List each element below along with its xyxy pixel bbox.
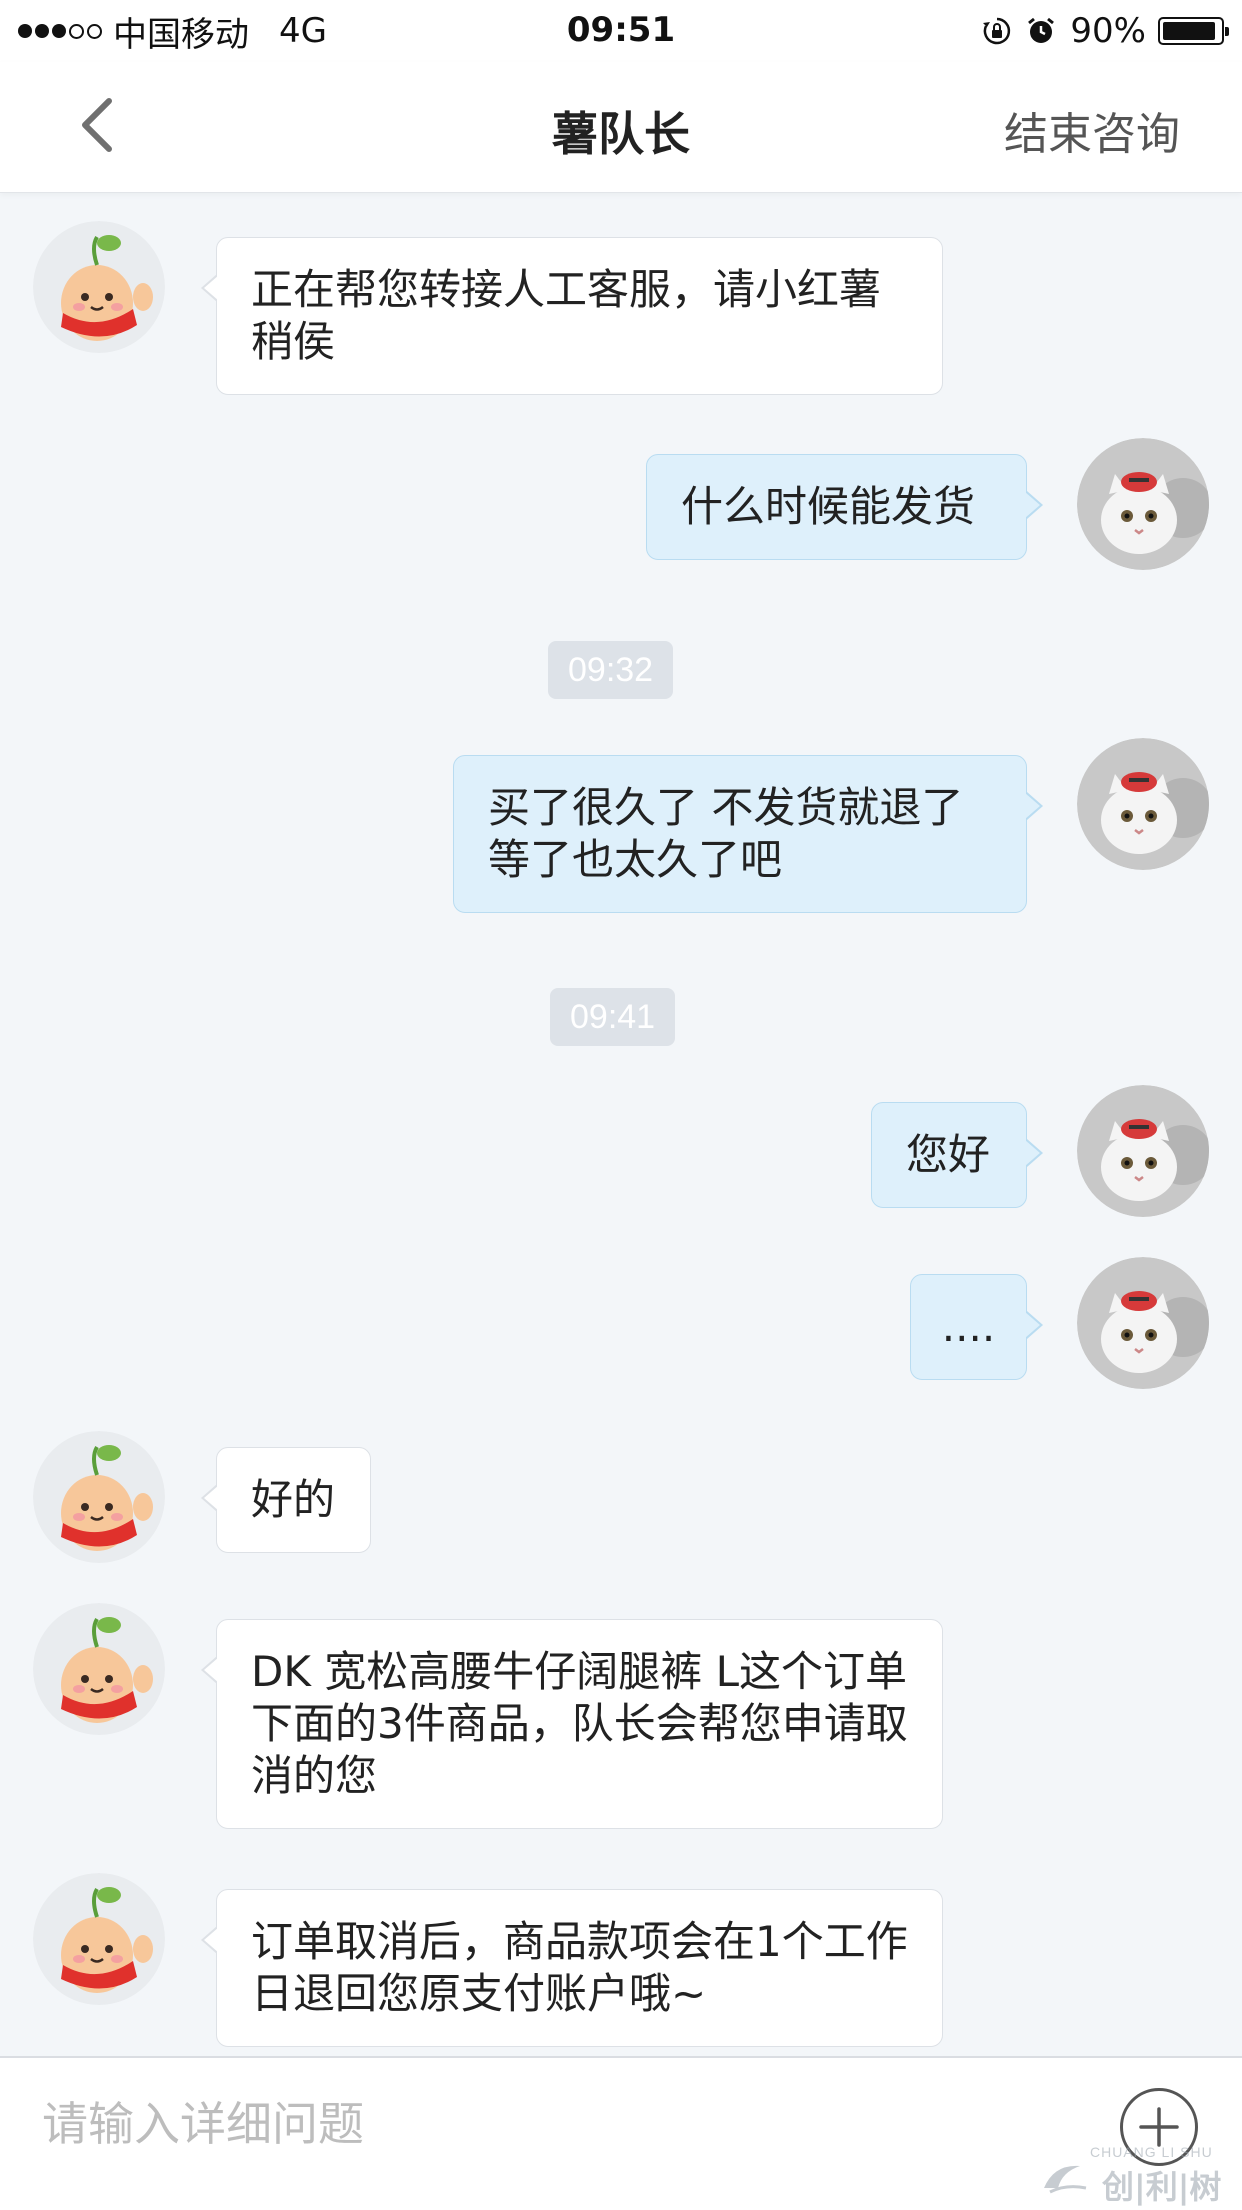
message-input[interactable] (40, 2088, 1084, 2160)
status-right: 90% (982, 10, 1229, 52)
agent-avatar[interactable] (33, 221, 165, 353)
status-bar: 中国移动 4G 09:51 90% (0, 0, 1242, 62)
agent-avatar[interactable] (33, 1873, 165, 2005)
message-bubble-user: 买了很久了 不发货就退了等了也太久了吧 (453, 755, 1043, 913)
message-bubble-user: 什么时候能发货 (646, 454, 1043, 560)
battery-icon (1158, 17, 1229, 45)
message-bubble-agent: 好的 (201, 1447, 371, 1553)
watermark: CHUANG LI SHU 创|利|树 (1040, 2136, 1240, 2206)
message-bubble-user: 您好 (871, 1102, 1043, 1208)
message-bubble-agent: 正在帮您转接人工客服，请小红薯稍侯 (201, 237, 943, 395)
end-consultation-button[interactable]: 结束咨询 (1004, 98, 1180, 162)
alarm-icon (1028, 17, 1055, 43)
watermark-title: 创|利|树 (1102, 2168, 1222, 2206)
watermark-logo-icon (1044, 2165, 1087, 2194)
user-avatar[interactable] (1077, 1257, 1209, 1389)
agent-avatar[interactable] (33, 1603, 165, 1735)
timestamp: 09:41 (550, 988, 676, 1046)
nav-bar: 薯队长 结束咨询 (0, 62, 1242, 193)
timestamp: 09:32 (548, 641, 674, 699)
message-bubble-agent: DK 宽松高腰牛仔阔腿裤 L这个订单下面的3件商品，队长会帮您申请取消的您 (201, 1619, 943, 1829)
watermark-subtitle: CHUANG LI SHU (1090, 2144, 1213, 2160)
message-bubble-user: .... (910, 1274, 1043, 1380)
chat-area[interactable]: 正在帮您转接人工客服，请小红薯稍侯 什么时候能发货 09:32 买了很久了 不发… (0, 193, 1242, 2055)
message-bubble-agent: 订单取消后，商品款项会在1个工作日退回您原支付账户哦~ (201, 1889, 943, 2047)
user-avatar[interactable] (1077, 738, 1209, 870)
rotation-lock-icon (983, 17, 1011, 45)
user-avatar[interactable] (1077, 438, 1209, 570)
user-avatar[interactable] (1077, 1085, 1209, 1217)
battery-percent: 90% (1070, 11, 1146, 51)
agent-avatar[interactable] (33, 1431, 165, 1563)
